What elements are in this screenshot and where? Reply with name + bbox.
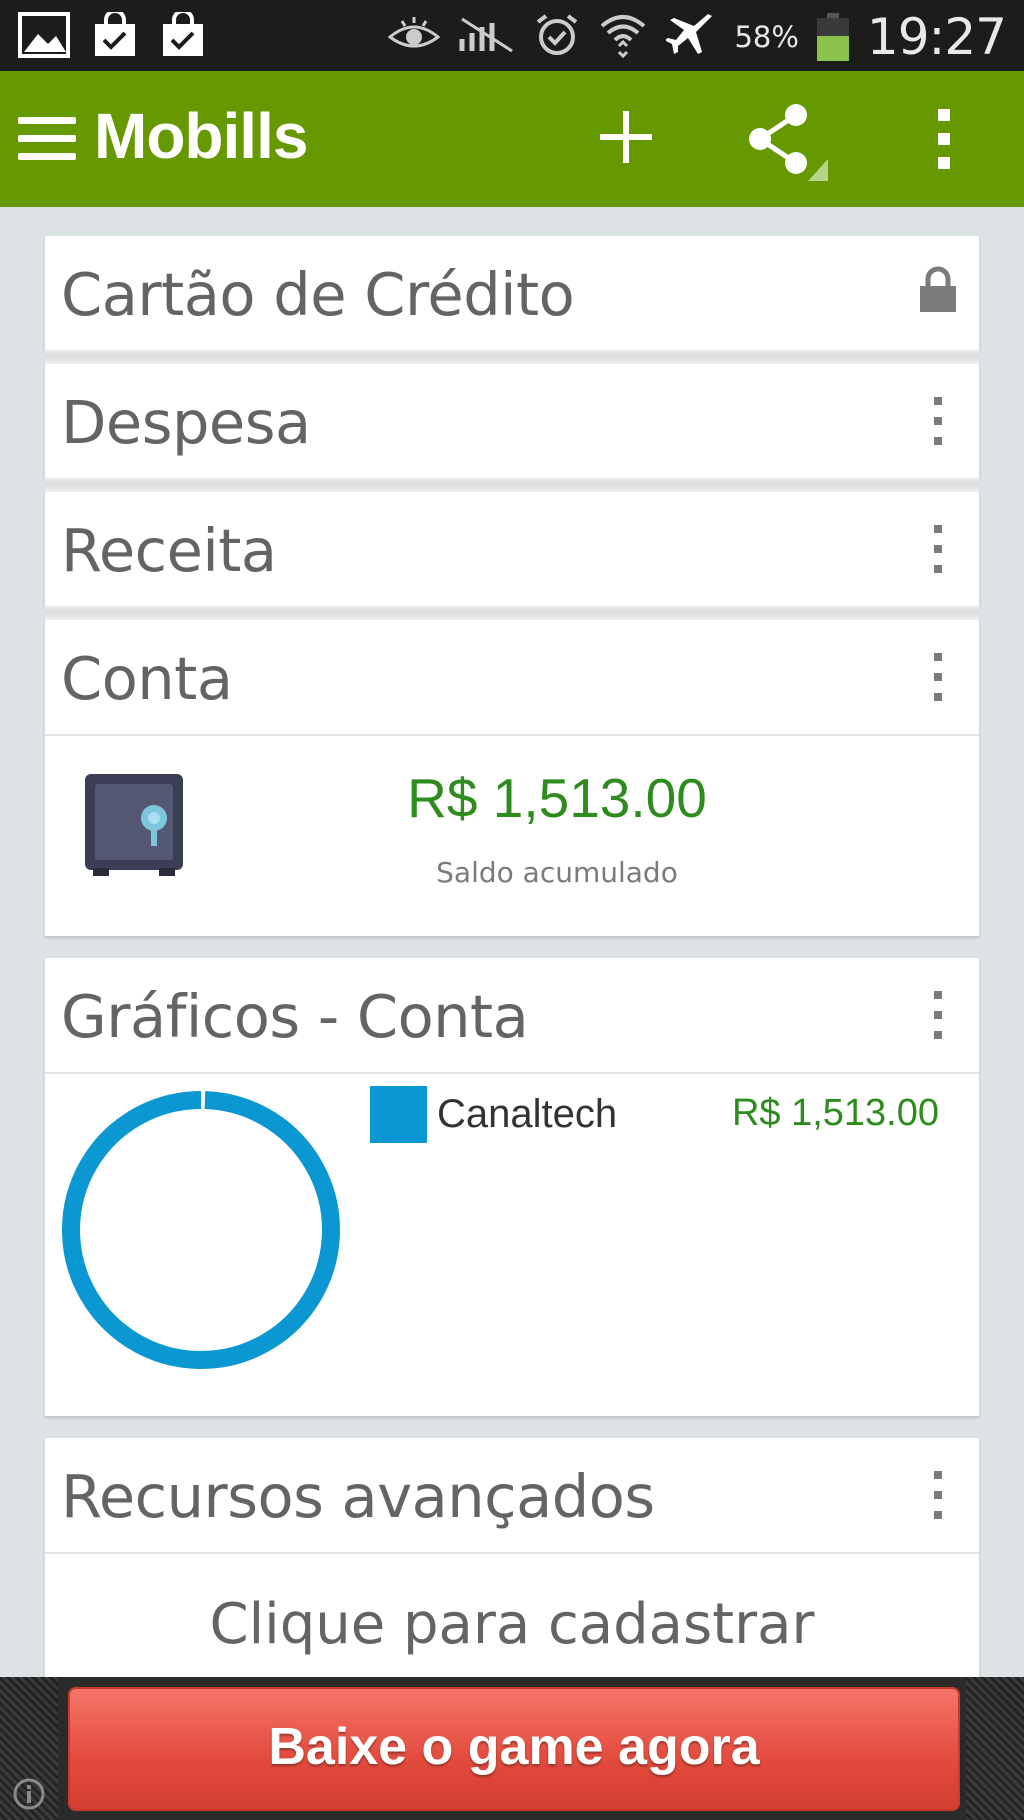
alarm-icon bbox=[534, 12, 580, 62]
income-card[interactable]: Receita bbox=[45, 492, 979, 606]
add-button[interactable] bbox=[596, 107, 656, 167]
balance-amount: R$ 1,513.00 bbox=[407, 767, 707, 829]
card-title: Gráficos - Conta bbox=[61, 982, 529, 1051]
add-icon bbox=[600, 111, 652, 163]
card-menu-icon[interactable] bbox=[931, 991, 945, 1039]
clock: 19:27 bbox=[866, 8, 1007, 66]
share-icon bbox=[749, 104, 828, 181]
legend-swatch bbox=[370, 1086, 427, 1143]
card-title: Receita bbox=[61, 516, 277, 585]
divider bbox=[45, 478, 979, 492]
battery-percent: 58% bbox=[734, 20, 799, 54]
card-title: Despesa bbox=[61, 388, 311, 457]
info-icon[interactable] bbox=[12, 1777, 46, 1811]
legend-label: Canaltech bbox=[437, 1092, 618, 1136]
gallery-icon bbox=[18, 12, 70, 62]
divider bbox=[45, 350, 979, 364]
ad-banner: Baixe o game agora bbox=[0, 1677, 1024, 1820]
wifi-icon bbox=[598, 12, 648, 62]
legend-value: R$ 1,513.00 bbox=[731, 1092, 939, 1134]
credit-card-card[interactable]: Cartão de Crédito bbox=[45, 236, 979, 350]
card-menu-icon[interactable] bbox=[931, 525, 945, 573]
divider bbox=[45, 606, 979, 620]
shopping-bag-icon bbox=[160, 9, 206, 62]
card-menu-icon[interactable] bbox=[931, 397, 945, 445]
lock-icon bbox=[919, 266, 957, 314]
shopping-bag-icon bbox=[92, 9, 138, 62]
no-signal-icon bbox=[458, 15, 516, 59]
battery-icon bbox=[816, 13, 849, 61]
donut-slice-canaltech[interactable] bbox=[62, 1091, 340, 1369]
eye-icon bbox=[388, 15, 441, 59]
card-title: Cartão de Crédito bbox=[61, 260, 575, 329]
card-menu-icon[interactable] bbox=[931, 1471, 945, 1519]
expense-card[interactable]: Despesa bbox=[45, 364, 979, 478]
status-bar: 58% 19:27 bbox=[0, 0, 1024, 71]
ad-button-label: Baixe o game agora bbox=[268, 1718, 760, 1776]
donut-chart[interactable] bbox=[59, 1088, 343, 1372]
register-link[interactable]: Clique para cadastrar bbox=[45, 1592, 979, 1657]
ad-download-button[interactable]: Baixe o game agora bbox=[68, 1687, 960, 1811]
airplane-icon bbox=[664, 12, 716, 62]
hamburger-menu-icon[interactable] bbox=[18, 117, 76, 161]
card-menu-icon[interactable] bbox=[931, 653, 945, 701]
safe-icon bbox=[83, 772, 185, 878]
account-card: Conta R$ 1,513.00 Saldo acumulado bbox=[45, 620, 979, 936]
share-button[interactable] bbox=[746, 103, 832, 183]
app-title: Mobills bbox=[94, 100, 308, 172]
card-title: Recursos avançados bbox=[61, 1462, 655, 1531]
overflow-menu-button[interactable] bbox=[932, 109, 956, 169]
app-bar: Mobills bbox=[0, 71, 1024, 207]
balance-label: Saldo acumulado bbox=[436, 856, 678, 889]
charts-card: Gráficos - Conta Canaltech R$ 1,513.00 bbox=[45, 958, 979, 1416]
card-title: Conta bbox=[61, 644, 233, 713]
